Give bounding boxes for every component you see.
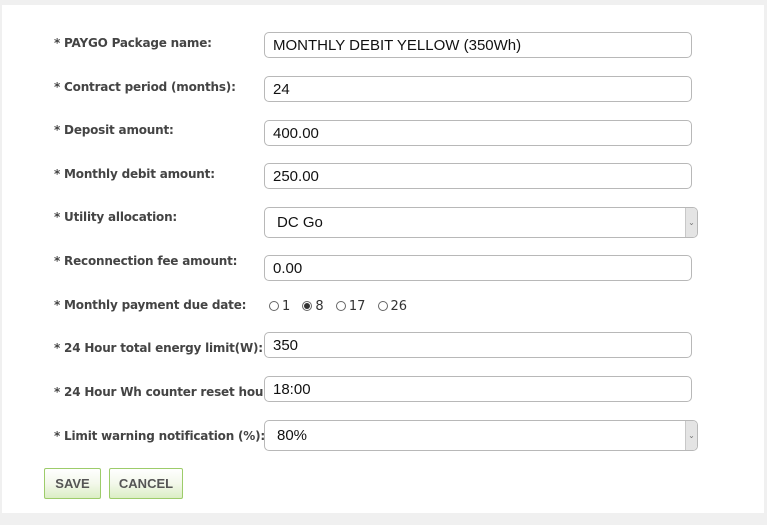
save-button[interactable]: SAVE: [44, 468, 101, 499]
radio-option-17[interactable]: 17: [335, 299, 365, 314]
label-deposit-amount: * Deposit amount:: [54, 123, 174, 137]
utility-allocation-value: DC Go: [277, 214, 323, 231]
label-counter-reset-hour: * 24 Hour Wh counter reset hour:: [54, 385, 274, 399]
monthly-debit-input[interactable]: [264, 163, 692, 189]
energy-limit-input[interactable]: [264, 332, 692, 358]
radio-icon[interactable]: [335, 300, 346, 311]
label-energy-limit: * 24 Hour total energy limit(W):: [54, 341, 263, 355]
reconnection-fee-input[interactable]: [264, 255, 692, 281]
contract-period-input[interactable]: [264, 76, 692, 102]
label-limit-warning: * Limit warning notification (%):: [54, 429, 265, 443]
label-payment-due-date: * Monthly payment due date:: [54, 298, 247, 312]
package-name-input[interactable]: [264, 32, 692, 58]
limit-warning-select[interactable]: 80% ⌄: [264, 420, 698, 451]
radio-option-26[interactable]: 26: [377, 299, 407, 314]
cancel-button[interactable]: CANCEL: [109, 468, 183, 499]
counter-reset-hour-input[interactable]: [264, 376, 692, 402]
chevron-down-icon[interactable]: ⌄: [685, 421, 697, 450]
label-utility-allocation: * Utility allocation:: [54, 210, 178, 224]
form-panel: * PAYGO Package name: * Contract period …: [2, 5, 764, 513]
radio-option-1[interactable]: 1: [269, 299, 290, 314]
utility-allocation-select[interactable]: DC Go ⌄: [264, 207, 698, 238]
radio-icon[interactable]: [377, 300, 388, 311]
chevron-down-icon[interactable]: ⌄: [685, 208, 697, 237]
limit-warning-value: 80%: [277, 427, 308, 444]
label-package-name: * PAYGO Package name:: [54, 36, 212, 50]
radio-option-8[interactable]: 8: [302, 299, 324, 314]
label-contract-period: * Contract period (months):: [54, 80, 236, 94]
label-monthly-debit: * Monthly debit amount:: [54, 167, 215, 181]
radio-checked-icon[interactable]: [302, 300, 313, 311]
label-reconnection-fee: * Reconnection fee amount:: [54, 254, 238, 268]
payment-due-date-radio-group: 1 8 17 26: [269, 299, 415, 314]
deposit-amount-input[interactable]: [264, 120, 692, 146]
radio-icon[interactable]: [269, 300, 279, 311]
